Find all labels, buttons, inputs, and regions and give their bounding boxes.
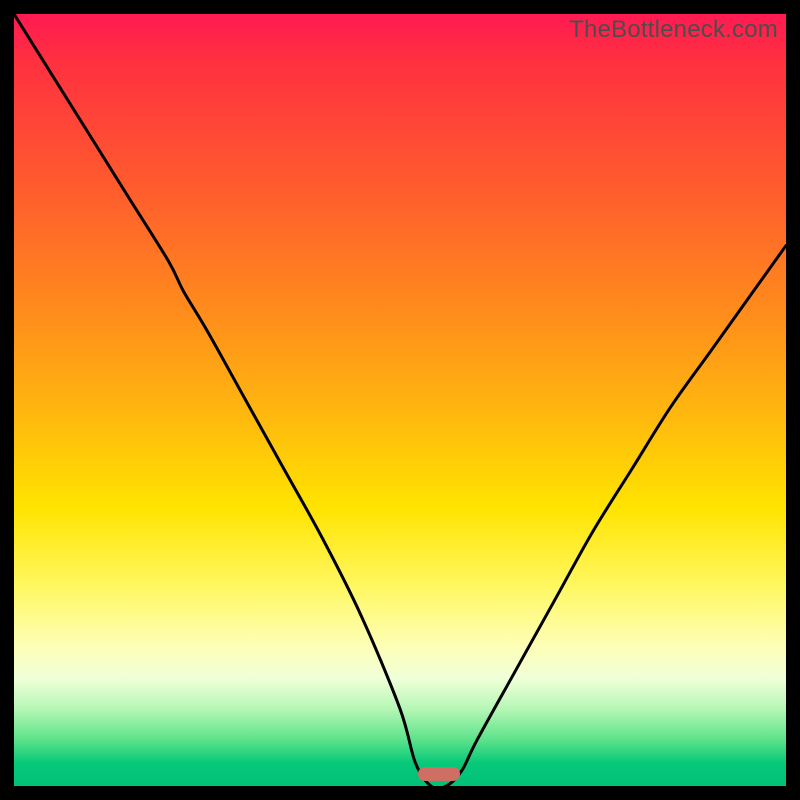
optimal-point-marker <box>418 767 460 781</box>
bottleneck-curve <box>14 14 786 786</box>
y-axis-border <box>0 0 14 800</box>
x-axis-border <box>0 786 800 800</box>
plot-area: TheBottleneck.com <box>14 14 786 786</box>
chart-stage: TheBottleneck.com <box>0 0 800 800</box>
watermark-label: TheBottleneck.com <box>569 16 778 44</box>
